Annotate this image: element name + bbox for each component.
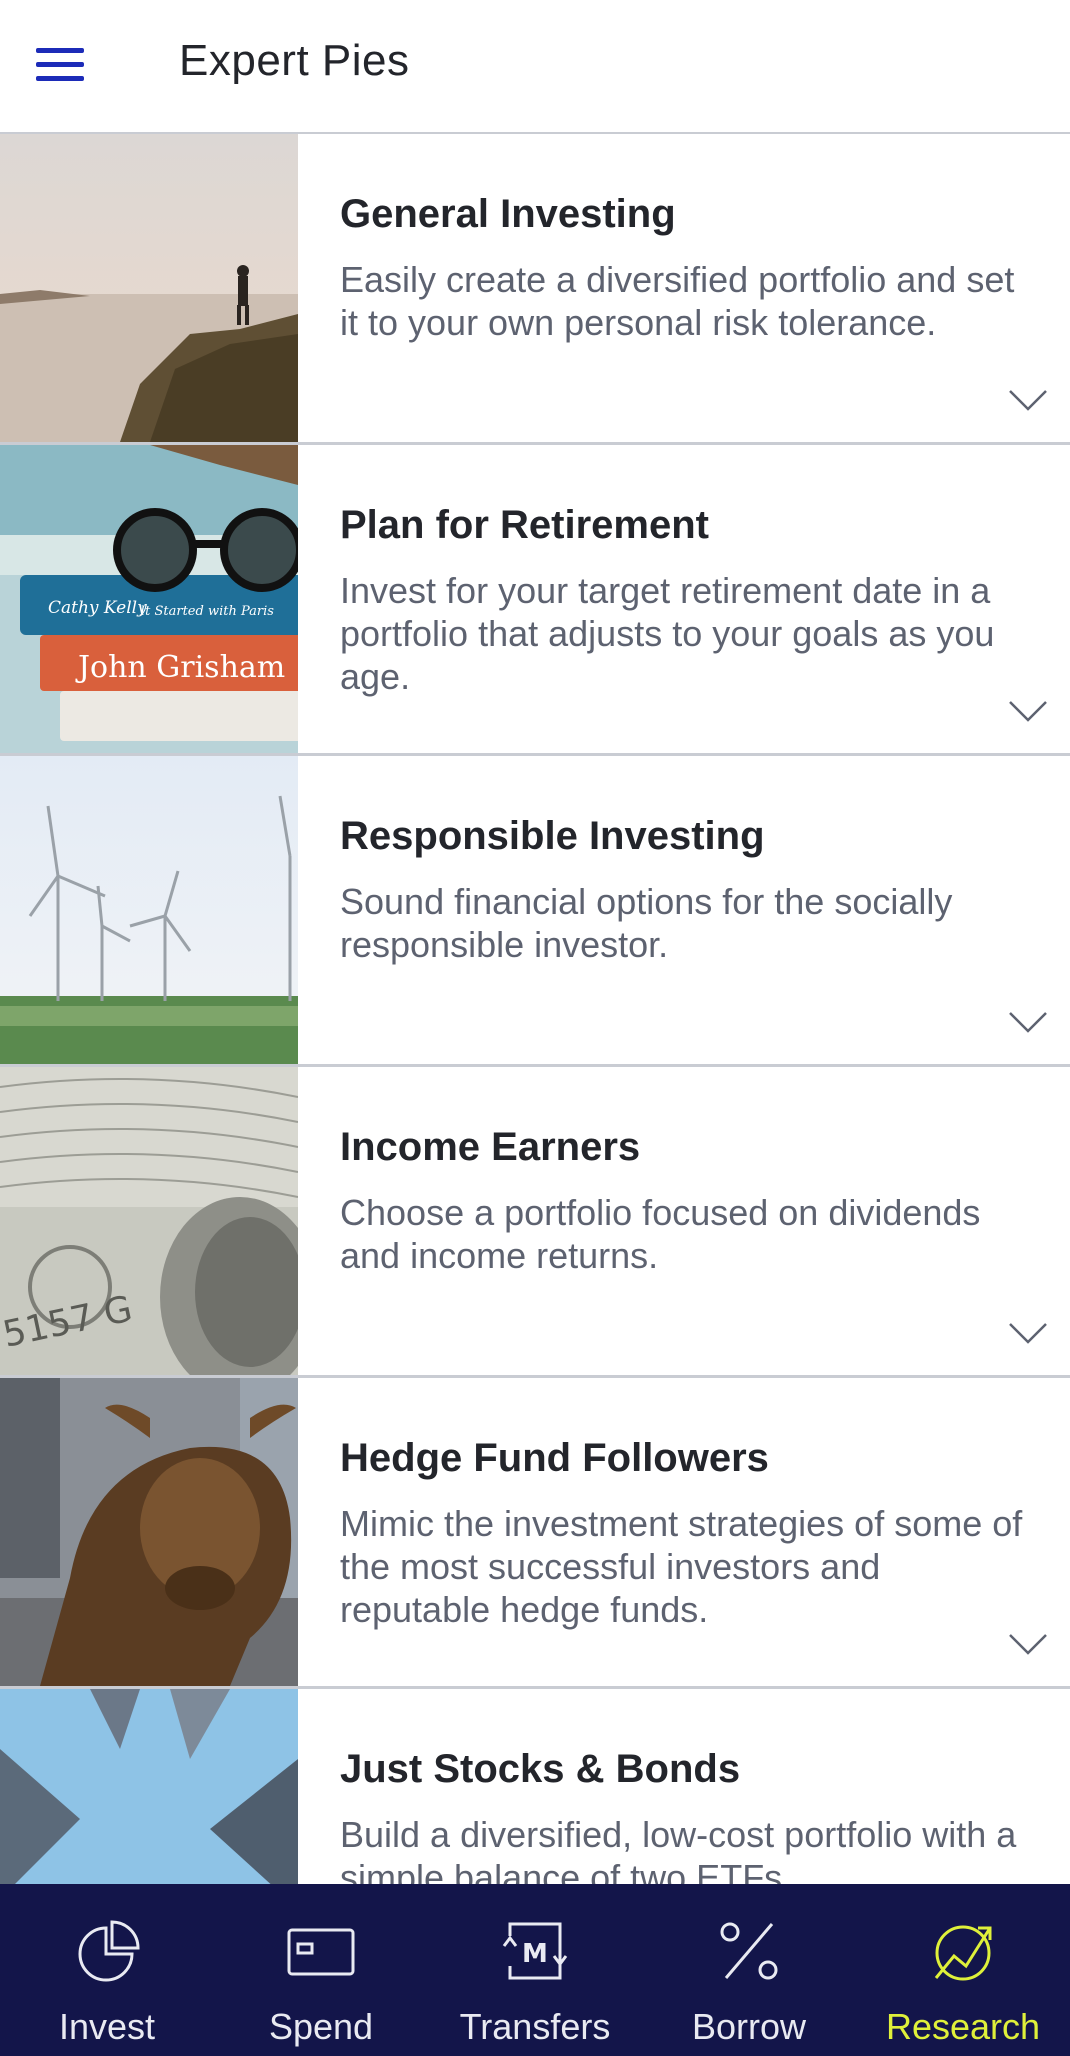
chevron-down-icon[interactable] [1008,1010,1048,1034]
tab-label: Invest [58,2006,156,2047]
svg-text:M: M [522,1939,548,1969]
research-chart-icon [925,1916,1001,1986]
chevron-down-icon[interactable] [1008,699,1048,723]
page-title: Expert Pies [179,36,410,85]
wind-turbines-image [0,756,298,1064]
tab-label: Spend [268,2006,374,2047]
pie-description: Invest for your target retirement date i… [340,570,995,697]
pie-description: Mimic the investment strategies of some … [340,1503,1023,1630]
dollar-bills-image: 5157 G [0,1067,298,1375]
pie-description: Easily create a diversified portfolio an… [340,259,1015,343]
app-header: Expert Pies [0,0,1070,134]
pie-description: Build a diversified, low-cost portfolio … [340,1814,1017,1884]
book-spine-text-3: John Grisham [75,650,285,685]
pie-description: Sound financial options for the socially… [340,881,953,965]
tab-label: Research [885,2006,1041,2047]
skyscrapers-image [0,1689,298,1884]
hamburger-menu-icon[interactable] [36,42,92,86]
pie-title: Responsible Investing [340,814,765,858]
pie-card-hedge-fund-followers[interactable]: Hedge Fund Followers Mimic the investmen… [0,1378,1070,1689]
pie-chart-icon [69,1916,145,1986]
tab-label: Borrow [691,2006,807,2047]
book-spine-text-1: Cathy Kelly [48,598,147,618]
chevron-down-icon[interactable] [1008,1632,1048,1656]
pie-title: Just Stocks & Bonds [340,1747,741,1791]
pie-list: General Investing Easily create a divers… [0,134,1070,1884]
chevron-down-icon[interactable] [1008,388,1048,412]
pie-card-responsible-investing[interactable]: Responsible Investing Sound financial op… [0,756,1070,1067]
tab-transfers[interactable]: M Transfers [428,1884,642,2056]
pie-card-income-earners[interactable]: 5157 G Income Earners Choose a portfolio… [0,1067,1070,1378]
pie-card-general-investing[interactable]: General Investing Easily create a divers… [0,134,1070,445]
book-spine-text-2: It Started with Paris [139,604,274,619]
hiker-on-cliff-image [0,134,298,442]
books-and-sunglasses-image: Cathy Kelly It Started with Paris John G… [0,445,298,753]
pie-title: Plan for Retirement [340,503,709,547]
bull-statue-image [0,1378,298,1686]
tab-spend[interactable]: Spend [214,1884,428,2056]
chevron-down-icon[interactable] [1008,1321,1048,1345]
pie-title: Income Earners [340,1125,641,1169]
transfer-icon: M [497,1916,573,1986]
pie-title: Hedge Fund Followers [340,1436,769,1480]
card-icon [283,1916,359,1986]
pie-card-just-stocks-and-bonds[interactable]: Just Stocks & Bonds Build a diversified,… [0,1689,1070,1884]
tab-label: Transfers [459,2006,611,2047]
pie-title: General Investing [340,192,676,236]
pie-card-plan-for-retirement[interactable]: Cathy Kelly It Started with Paris John G… [0,445,1070,756]
pie-description: Choose a portfolio focused on dividends … [340,1192,981,1276]
tab-borrow[interactable]: Borrow [642,1884,856,2056]
bottom-tab-bar: Invest Spend M Transfers Borrow Research [0,1884,1070,2056]
tab-invest[interactable]: Invest [0,1884,214,2056]
tab-research[interactable]: Research [856,1884,1070,2056]
percent-icon [711,1916,787,1986]
